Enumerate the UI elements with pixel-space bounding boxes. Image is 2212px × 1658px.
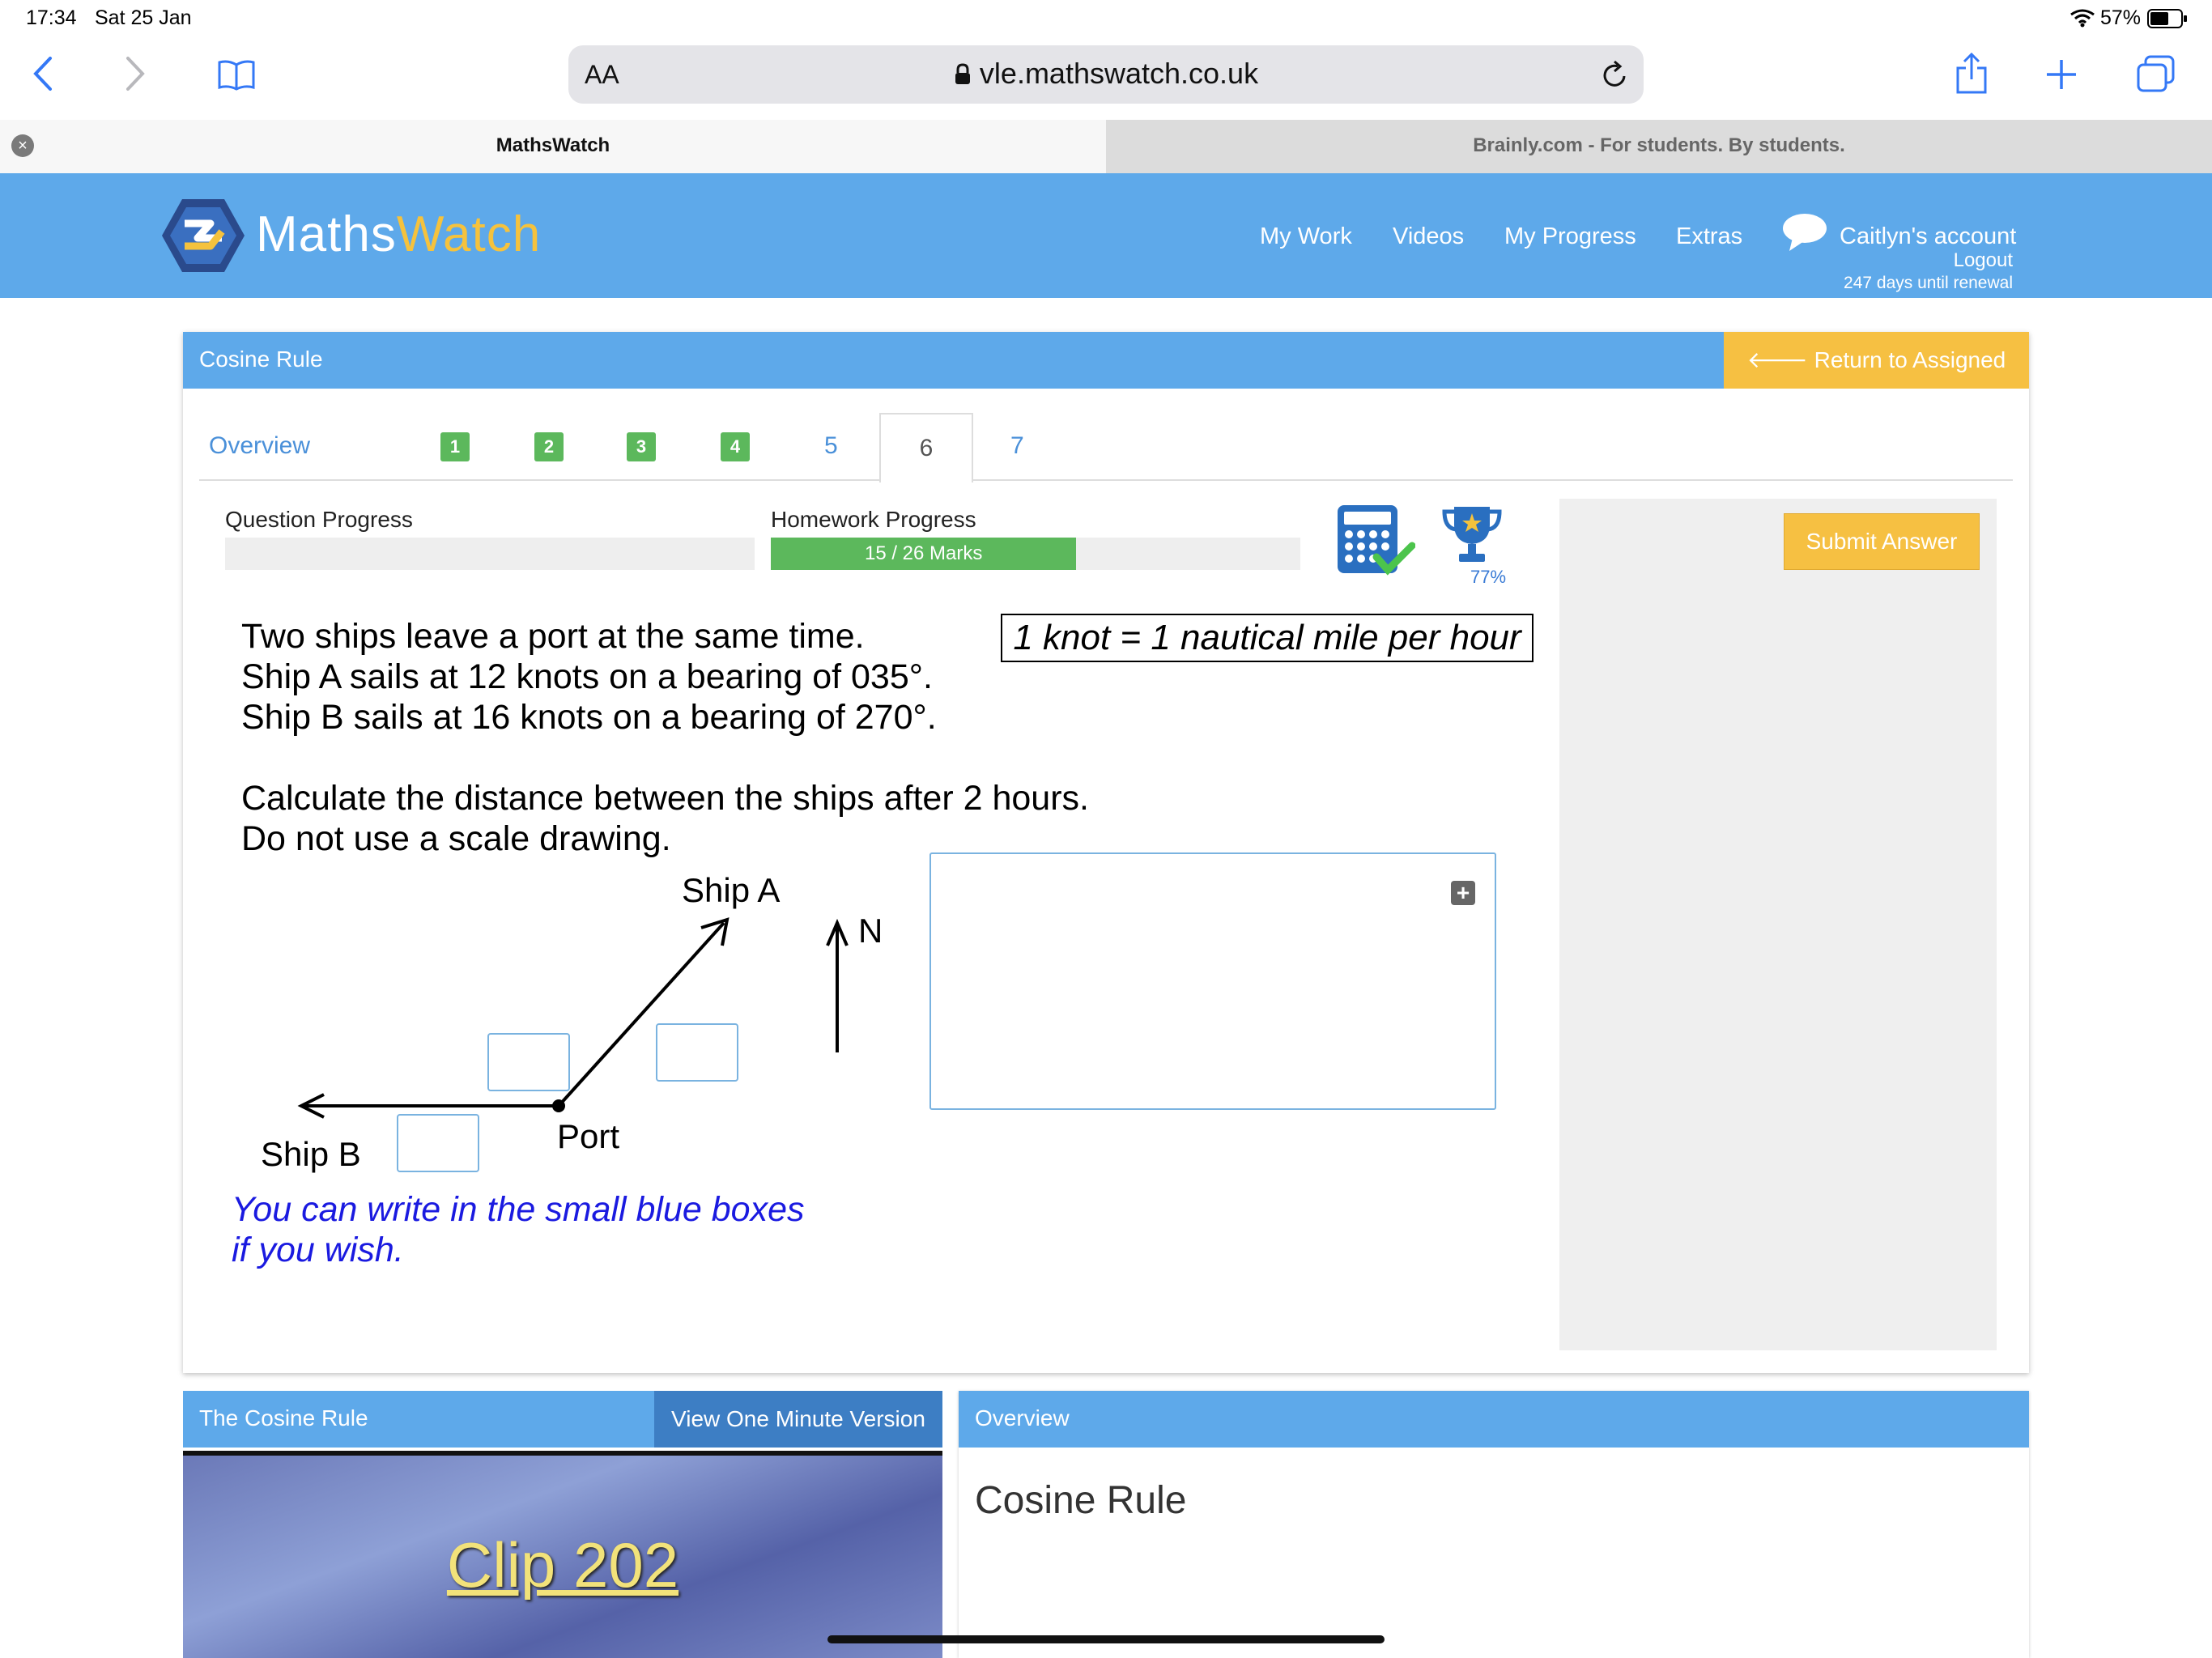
- close-icon[interactable]: ×: [11, 134, 34, 157]
- logo-wordmark[interactable]: MathsWatch: [256, 206, 541, 263]
- ship-a-label: Ship A: [682, 871, 781, 909]
- nav-my-progress[interactable]: My Progress: [1504, 223, 1636, 250]
- ship-b-label: Ship B: [261, 1135, 361, 1173]
- video-title: The Cosine Rule: [199, 1405, 368, 1431]
- renewal-text: 247 days until renewal: [1844, 274, 2013, 292]
- browser-tab-mathswatch[interactable]: MathsWatch: [0, 120, 1106, 173]
- home-indicator[interactable]: [827, 1635, 1385, 1643]
- bookmarks-icon[interactable]: [217, 58, 256, 91]
- diagram-input-box-2[interactable]: [656, 1023, 738, 1082]
- return-to-assigned-work-button[interactable]: 🡐 Return to Assigned Work: [1724, 332, 2029, 429]
- diagram-input-box-3[interactable]: [397, 1114, 479, 1172]
- wifi-icon: [2070, 9, 2095, 28]
- reload-icon[interactable]: [1600, 60, 1629, 91]
- clip-link[interactable]: Clip 202: [183, 1528, 942, 1602]
- overview-heading: Cosine Rule: [975, 1479, 1187, 1522]
- overview-header: [959, 1391, 2029, 1448]
- status-time: 17:34: [26, 6, 77, 29]
- account-link[interactable]: Caitlyn's account: [1840, 223, 2016, 250]
- browser-tab-brainly[interactable]: Brainly.com - For students. By students.: [1106, 120, 2212, 173]
- forward-icon[interactable]: [123, 55, 147, 92]
- hint-line-2: if you wish.: [232, 1231, 404, 1269]
- tab-label: Brainly.com - For students. By students.: [1473, 134, 1845, 156]
- calculator-icon[interactable]: [1336, 504, 1415, 578]
- nav-my-work[interactable]: My Work: [1260, 223, 1352, 250]
- tabs-icon[interactable]: [2136, 55, 2176, 94]
- battery-percentage: 57%: [2100, 6, 2142, 29]
- chat-icon[interactable]: [1781, 212, 1828, 253]
- question-panel: Cosine Rule 🡐 Return to Assigned Work Ov…: [183, 332, 2029, 1373]
- new-tab-icon[interactable]: [2045, 58, 2078, 91]
- knot-definition-box: 1 knot = 1 nautical mile per hour: [1001, 614, 1534, 662]
- video-panel: The Cosine Rule View One Minute Version …: [183, 1391, 942, 1658]
- trophy-percentage: 77%: [1470, 567, 1507, 587]
- status-date: Sat 25 Jan: [95, 6, 192, 29]
- side-panel: [1559, 499, 1997, 1350]
- share-icon[interactable]: [1955, 52, 1989, 96]
- arrow-left-icon: 🡐: [1746, 347, 1814, 372]
- battery-icon: [2147, 9, 2187, 28]
- nav-videos[interactable]: Videos: [1393, 223, 1464, 250]
- lock-icon: [955, 63, 970, 84]
- diagram-input-box-1[interactable]: [487, 1033, 570, 1091]
- overview-panel: Overview Cosine Rule: [959, 1391, 2029, 1658]
- address-bar[interactable]: vle.mathswatch.co.uk: [568, 45, 1644, 104]
- submit-answer-button[interactable]: Submit Answer: [1784, 513, 1980, 570]
- tab-label: MathsWatch: [496, 134, 610, 156]
- url-text: vle.mathswatch.co.uk: [979, 57, 1259, 90]
- hint-line-1: You can write in the small blue boxes: [232, 1190, 805, 1229]
- plus-icon[interactable]: +: [1451, 881, 1475, 905]
- answer-input[interactable]: [929, 852, 1496, 1110]
- overview-title: Overview: [975, 1405, 1070, 1431]
- text-size-button[interactable]: AA: [585, 60, 619, 90]
- back-icon[interactable]: [31, 55, 55, 92]
- mathswatch-logo-icon[interactable]: [160, 198, 246, 274]
- port-label: Port: [557, 1117, 620, 1155]
- view-one-minute-version-button[interactable]: View One Minute Version: [654, 1391, 942, 1448]
- trophy-icon[interactable]: [1440, 502, 1504, 567]
- nav-extras[interactable]: Extras: [1676, 223, 1742, 250]
- logout-link[interactable]: Logout: [1838, 249, 2013, 272]
- north-label: N: [858, 912, 883, 950]
